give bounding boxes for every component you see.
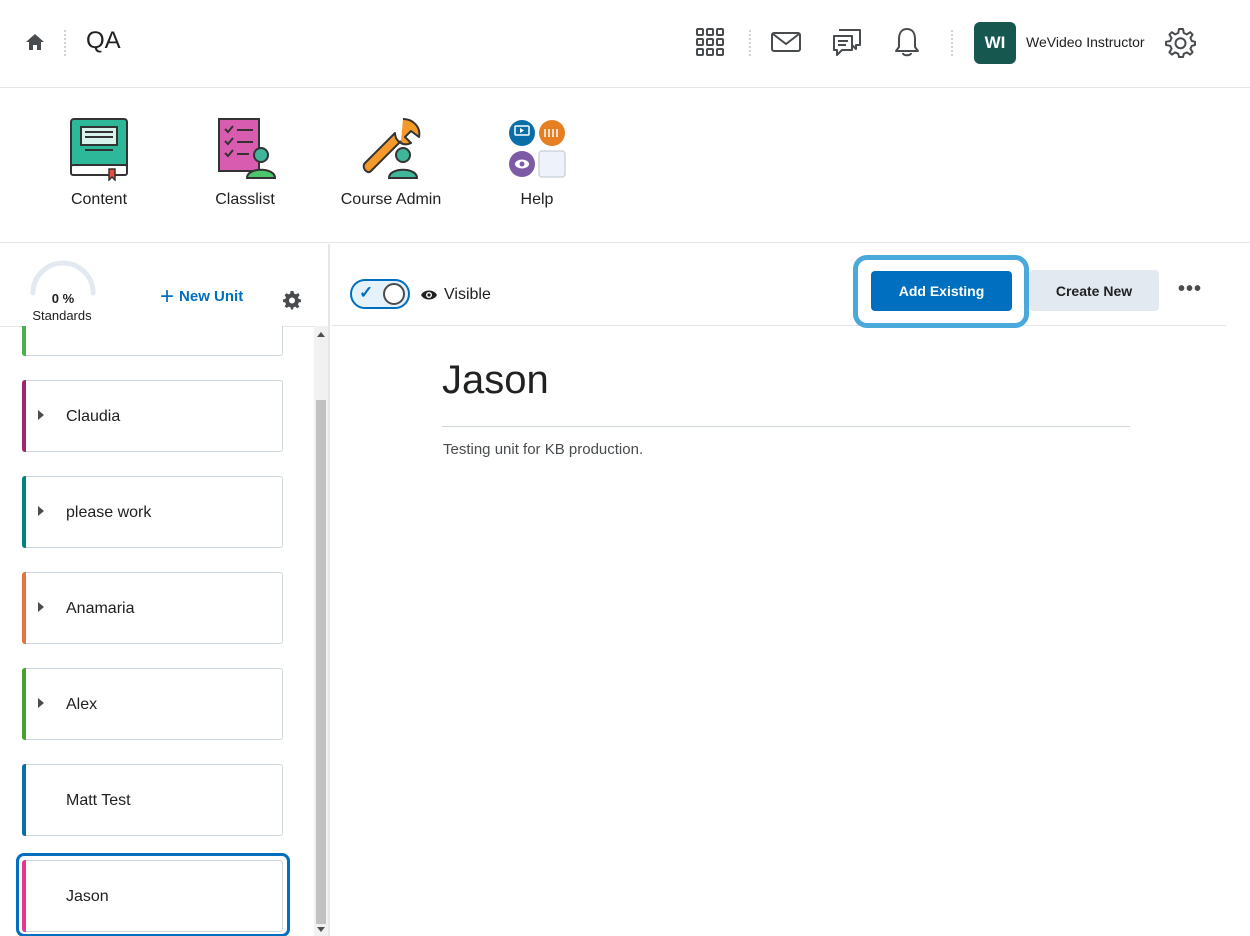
gear-icon[interactable] <box>1164 27 1196 59</box>
sidebar-scrollbar[interactable] <box>314 326 328 936</box>
create-new-button[interactable]: Create New <box>1029 270 1159 311</box>
tool-label: Help <box>520 191 554 208</box>
unit-color-bar <box>22 380 26 452</box>
unit-color-bar <box>22 326 26 356</box>
standards-label: Standards <box>32 308 92 323</box>
tool-label: Classlist <box>215 191 275 208</box>
title-divider <box>442 426 1130 427</box>
unit-color-bar <box>22 668 26 740</box>
scroll-up-arrow-icon[interactable] <box>317 332 325 337</box>
unit-name: Claudia <box>66 408 121 425</box>
unit-item-anamaria[interactable]: Anamaria <box>22 572 283 644</box>
gear-icon[interactable] <box>282 290 302 310</box>
more-options-icon[interactable]: ••• <box>1178 278 1202 301</box>
header-divider <box>749 30 751 56</box>
unit-color-bar <box>22 860 26 932</box>
unit-color-bar <box>22 476 26 548</box>
course-navbar: Content Classlist Course Admin Help <box>0 89 1250 243</box>
unit-name: Matt Test <box>66 792 131 809</box>
unit-item[interactable] <box>22 326 283 356</box>
progress-percent: 0 % <box>51 291 75 306</box>
unit-item-matt-test[interactable]: Matt Test <box>22 764 283 836</box>
tool-help[interactable]: Help <box>477 117 597 209</box>
expand-caret-icon[interactable] <box>38 602 44 612</box>
scroll-thumb[interactable] <box>316 400 326 924</box>
new-unit-button[interactable]: + New Unit <box>160 282 244 310</box>
unit-name: Jason <box>66 888 109 905</box>
standards-progress: 0 % Standards <box>28 258 98 323</box>
tool-label: Content <box>70 191 128 208</box>
unit-item-jason[interactable]: Jason <box>22 860 283 932</box>
home-icon[interactable] <box>24 31 46 53</box>
help-grid-icon <box>509 120 566 178</box>
unit-item-alex[interactable]: Alex <box>22 668 283 740</box>
mail-icon[interactable] <box>770 26 802 58</box>
avatar[interactable]: WI <box>974 22 1016 64</box>
visibility-toggle[interactable]: ✓ <box>350 279 410 309</box>
visibility-status: Visible <box>420 286 491 304</box>
wrench-person-icon <box>362 118 421 179</box>
expand-caret-icon[interactable] <box>38 506 44 516</box>
plus-icon: + <box>160 282 175 310</box>
eye-icon <box>421 290 437 300</box>
unit-item-claudia[interactable]: Claudia <box>22 380 283 452</box>
unit-list: Claudia please work Anamaria Alex Matt T… <box>0 326 314 936</box>
tool-course-admin[interactable]: Course Admin <box>331 117 451 209</box>
unit-name: Alex <box>66 696 98 713</box>
toggle-knob <box>383 283 405 305</box>
scroll-down-arrow-icon[interactable] <box>317 927 325 932</box>
user-name[interactable]: WeVideo Instructor <box>1026 34 1145 50</box>
unit-color-bar <box>22 764 26 836</box>
unit-description: Testing unit for KB production. <box>443 441 644 458</box>
unit-name: please work <box>66 504 152 521</box>
unit-name: Anamaria <box>66 600 135 617</box>
course-title[interactable]: QA <box>86 27 121 55</box>
expand-caret-icon[interactable] <box>38 410 44 420</box>
expand-caret-icon[interactable] <box>38 698 44 708</box>
unit-color-bar <box>22 572 26 644</box>
header-divider <box>64 30 66 56</box>
header-divider <box>951 30 953 56</box>
tool-content[interactable]: Content <box>39 117 159 209</box>
classlist-icon <box>218 118 277 179</box>
new-unit-label: New Unit <box>179 288 244 305</box>
bell-icon[interactable] <box>891 26 923 58</box>
tool-label: Course Admin <box>340 191 442 208</box>
visibility-label: Visible <box>444 286 491 303</box>
check-icon: ✓ <box>359 283 374 302</box>
unit-title: Jason <box>442 358 549 402</box>
unit-toolbar: ✓ Visible Add Existing Create New ••• <box>332 244 1226 328</box>
top-header: QA WI WeVideo Instructor <box>0 0 1250 88</box>
units-sidebar: 0 % Standards + New Unit Claudia please … <box>0 244 330 936</box>
tool-classlist[interactable]: Classlist <box>185 117 305 209</box>
content-book-icon <box>70 118 128 181</box>
add-existing-button[interactable]: Add Existing <box>871 271 1012 311</box>
waffle-grid-icon[interactable] <box>694 26 726 58</box>
chat-icon[interactable] <box>831 26 863 58</box>
unit-item-please-work[interactable]: please work <box>22 476 283 548</box>
